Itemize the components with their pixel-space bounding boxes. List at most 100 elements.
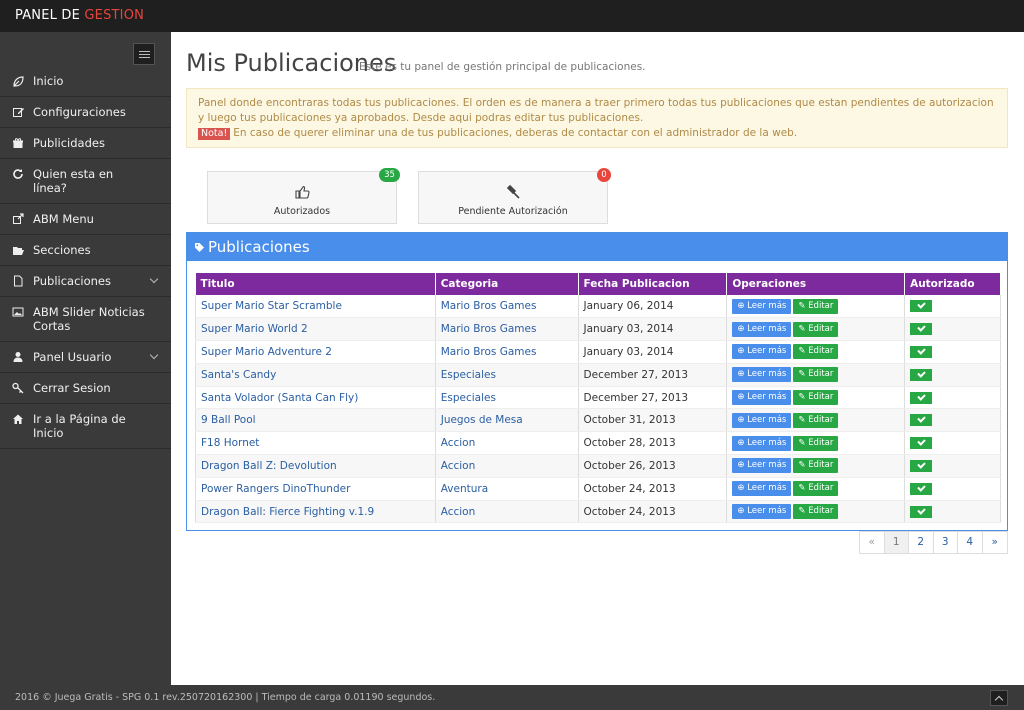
sidebar-item-configuraciones[interactable]: Configuraciones bbox=[0, 97, 171, 128]
read-more-button[interactable]: ⊕ Leer más bbox=[732, 481, 792, 497]
sidebar-item-panel-usuario[interactable]: Panel Usuario bbox=[0, 342, 171, 373]
sidebar-item-secciones[interactable]: Secciones bbox=[0, 235, 171, 266]
check-icon[interactable] bbox=[910, 414, 933, 427]
edit-button[interactable]: ✎ Editar bbox=[793, 344, 839, 360]
cell-category[interactable]: Especiales bbox=[435, 363, 579, 387]
category-link[interactable]: Accion bbox=[441, 437, 476, 449]
check-icon[interactable] bbox=[910, 391, 933, 404]
sidebar-item-abm-slider-noticias-cortas[interactable]: ABM Slider Noticias Cortas bbox=[0, 297, 171, 342]
cell-title[interactable]: Super Mario Adventure 2 bbox=[195, 340, 436, 364]
category-link[interactable]: Accion bbox=[441, 506, 476, 518]
read-more-button[interactable]: ⊕ Leer más bbox=[732, 298, 792, 314]
edit-button[interactable]: ✎ Editar bbox=[793, 412, 839, 428]
edit-button[interactable]: ✎ Editar bbox=[793, 481, 839, 497]
cell-date: October 28, 2013 bbox=[578, 431, 728, 456]
cell-category[interactable]: Juegos de Mesa bbox=[435, 408, 579, 433]
edit-button[interactable]: ✎ Editar bbox=[793, 321, 839, 337]
read-more-button[interactable]: ⊕ Leer más bbox=[732, 504, 792, 520]
cell-title[interactable]: Dragon Ball: Fierce Fighting v.1.9 bbox=[195, 500, 436, 524]
edit-button[interactable]: ✎ Editar bbox=[793, 390, 839, 406]
title-link[interactable]: 9 Ball Pool bbox=[201, 414, 256, 426]
cell-title[interactable]: Super Mario World 2 bbox=[195, 317, 436, 342]
title-link[interactable]: F18 Hornet bbox=[201, 437, 259, 449]
cell-category[interactable]: Accion bbox=[435, 500, 579, 524]
cell-title[interactable]: F18 Hornet bbox=[195, 431, 436, 456]
check-icon[interactable] bbox=[910, 345, 933, 358]
cell-category[interactable]: Mario Bros Games bbox=[435, 340, 579, 364]
read-more-button[interactable]: ⊕ Leer más bbox=[732, 344, 792, 360]
stat-pending[interactable]: Pendiente Autorización 0 bbox=[418, 168, 611, 224]
cell-title[interactable]: 9 Ball Pool bbox=[195, 408, 436, 433]
title-link[interactable]: Super Mario Adventure 2 bbox=[201, 346, 332, 358]
cell-title[interactable]: Power Rangers DinoThunder bbox=[195, 477, 436, 501]
scroll-top-button[interactable] bbox=[990, 690, 1008, 706]
title-link[interactable]: Santa's Candy bbox=[201, 369, 276, 381]
cell-authorized bbox=[904, 500, 1001, 524]
cell-category[interactable]: Accion bbox=[435, 431, 579, 456]
title-link[interactable]: Super Mario Star Scramble bbox=[201, 300, 342, 312]
footer: 2016 © Juega Gratis - SPG 0.1 rev.250720… bbox=[0, 685, 1024, 710]
cell-date: October 24, 2013 bbox=[578, 477, 728, 501]
sidebar-item-cerrar-sesion[interactable]: Cerrar Sesion bbox=[0, 373, 171, 404]
cell-category[interactable]: Accion bbox=[435, 454, 579, 478]
category-link[interactable]: Especiales bbox=[441, 369, 496, 381]
cell-category[interactable]: Aventura bbox=[435, 477, 579, 501]
menu-toggle-button[interactable] bbox=[133, 43, 155, 65]
category-link[interactable]: Mario Bros Games bbox=[441, 300, 537, 312]
check-icon[interactable] bbox=[910, 437, 933, 450]
sidebar-item-inicio[interactable]: Inicio bbox=[0, 66, 171, 97]
pagination-page-4[interactable]: 4 bbox=[958, 532, 983, 553]
page-subtitle: Este es tu panel de gestión principal de… bbox=[359, 61, 646, 73]
sidebar-item-ir-a-la-página-de-inicio[interactable]: Ir a la Página de Inicio bbox=[0, 404, 171, 449]
read-more-button[interactable]: ⊕ Leer más bbox=[732, 458, 792, 474]
title-link[interactable]: Santa Volador (Santa Can Fly) bbox=[201, 392, 358, 404]
check-icon[interactable] bbox=[910, 300, 933, 313]
sidebar-item-publicaciones[interactable]: Publicaciones bbox=[0, 266, 171, 297]
title-link[interactable]: Power Rangers DinoThunder bbox=[201, 483, 350, 495]
read-more-button[interactable]: ⊕ Leer más bbox=[732, 435, 792, 451]
edit-label: Editar bbox=[808, 506, 834, 517]
check-icon[interactable] bbox=[910, 505, 933, 518]
cell-title[interactable]: Santa's Candy bbox=[195, 363, 436, 387]
check-icon[interactable] bbox=[910, 368, 933, 381]
cell-category[interactable]: Mario Bros Games bbox=[435, 295, 579, 319]
check-icon[interactable] bbox=[910, 482, 933, 495]
edit-button[interactable]: ✎ Editar bbox=[793, 298, 839, 314]
title-link[interactable]: Dragon Ball: Fierce Fighting v.1.9 bbox=[201, 506, 374, 518]
cell-title[interactable]: Dragon Ball Z: Devolution bbox=[195, 454, 436, 478]
cell-operations: ⊕ Leer más ✎ Editar bbox=[726, 454, 906, 478]
edit-button[interactable]: ✎ Editar bbox=[793, 367, 839, 383]
title-link[interactable]: Super Mario World 2 bbox=[201, 323, 308, 335]
category-link[interactable]: Mario Bros Games bbox=[441, 323, 537, 335]
category-link[interactable]: Especiales bbox=[441, 392, 496, 404]
edit-button[interactable]: ✎ Editar bbox=[793, 435, 839, 451]
edit-button[interactable]: ✎ Editar bbox=[793, 504, 839, 520]
title-link[interactable]: Dragon Ball Z: Devolution bbox=[201, 460, 337, 472]
category-link[interactable]: Juegos de Mesa bbox=[441, 414, 523, 426]
brand-logo[interactable]: PANEL DE GESTION bbox=[15, 8, 144, 23]
category-link[interactable]: Accion bbox=[441, 460, 476, 472]
sidebar-item-quien-esta-en-línea[interactable]: Quien esta en línea? bbox=[0, 159, 171, 204]
category-link[interactable]: Aventura bbox=[441, 483, 488, 495]
read-more-button[interactable]: ⊕ Leer más bbox=[732, 412, 792, 428]
category-link[interactable]: Mario Bros Games bbox=[441, 346, 537, 358]
sidebar-item-abm-menu[interactable]: ABM Menu bbox=[0, 204, 171, 235]
read-more-button[interactable]: ⊕ Leer más bbox=[732, 367, 792, 383]
check-icon[interactable] bbox=[910, 323, 933, 336]
read-more-button[interactable]: ⊕ Leer más bbox=[732, 390, 792, 406]
cell-category[interactable]: Mario Bros Games bbox=[435, 317, 579, 342]
pagination-next[interactable]: » bbox=[983, 532, 1008, 553]
sidebar-item-publicidades[interactable]: Publicidades bbox=[0, 128, 171, 159]
edit-button[interactable]: ✎ Editar bbox=[793, 458, 839, 474]
pagination-page-2[interactable]: 2 bbox=[909, 532, 934, 553]
stat-authorized[interactable]: Autorizados 35 bbox=[207, 168, 400, 224]
pagination-page-3[interactable]: 3 bbox=[934, 532, 958, 553]
read-more-label: Leer más bbox=[747, 369, 787, 380]
cell-title[interactable]: Super Mario Star Scramble bbox=[195, 295, 436, 319]
cell-title[interactable]: Santa Volador (Santa Can Fly) bbox=[195, 386, 436, 410]
check-icon[interactable] bbox=[910, 459, 933, 472]
cell-date: October 26, 2013 bbox=[578, 454, 728, 478]
pagination-page-1[interactable]: 1 bbox=[884, 532, 909, 553]
cell-category[interactable]: Especiales bbox=[435, 386, 579, 410]
read-more-button[interactable]: ⊕ Leer más bbox=[732, 321, 792, 337]
